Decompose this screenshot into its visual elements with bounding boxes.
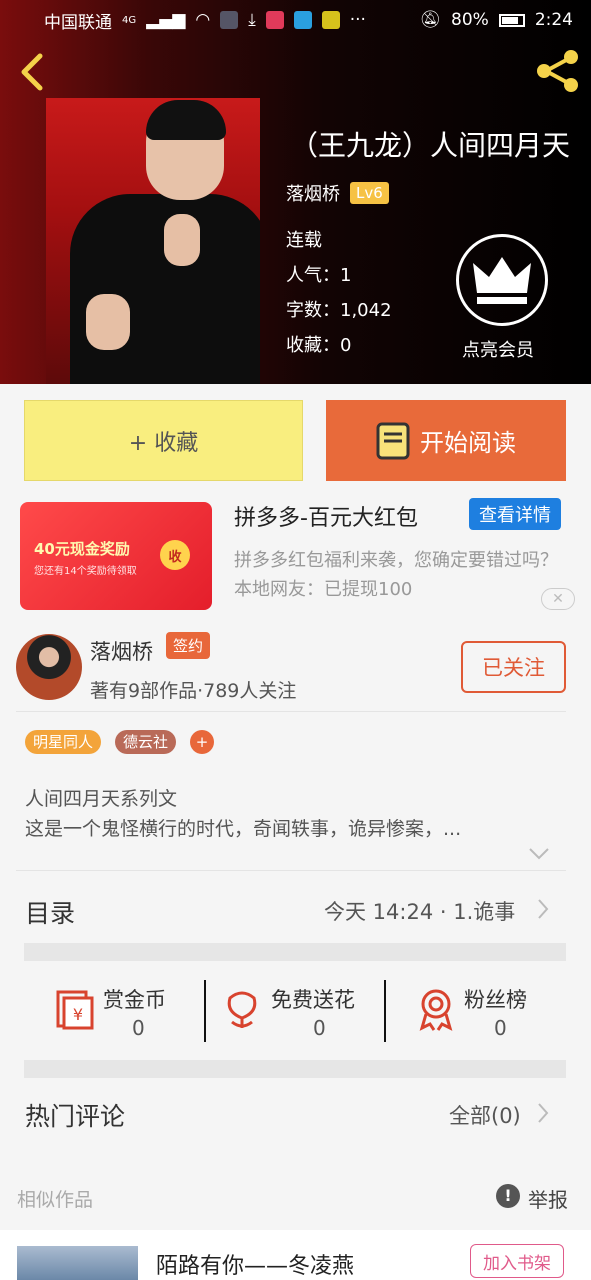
favorite-count: 收藏：0 bbox=[286, 335, 352, 356]
ad-title[interactable]: 拼多多-百元大红包 bbox=[234, 500, 418, 532]
author-avatar[interactable] bbox=[16, 634, 82, 700]
app-green-icon bbox=[321, 11, 340, 29]
app-blue-icon bbox=[293, 11, 312, 29]
toc-chevron-icon[interactable] bbox=[536, 898, 550, 924]
status-bar: 中国联通 4G ▂▄▆ ◠ ⤓ ··· 🔕︎ 80% 2:24 bbox=[0, 0, 591, 40]
hot-comments-label: 热门评论 bbox=[25, 1102, 126, 1131]
vip-button[interactable] bbox=[456, 234, 548, 326]
divider bbox=[16, 711, 566, 712]
ad-description[interactable]: 拼多多红包福利来袭，您确定要错过吗？本地网友：已提现100 bbox=[234, 546, 564, 604]
battery-level: 80% bbox=[451, 10, 489, 30]
expand-description-icon[interactable] bbox=[528, 846, 550, 865]
author-card-name[interactable]: 落烟桥 bbox=[90, 636, 153, 666]
stat-label[interactable]: 粉丝榜 bbox=[464, 984, 527, 1014]
download-icon: ⤓ bbox=[248, 10, 256, 30]
svg-text:¥: ¥ bbox=[73, 1005, 83, 1024]
stat-label[interactable]: 赏金币 bbox=[103, 984, 166, 1014]
similar-item-title[interactable]: 陌路有你——冬凌燕 bbox=[156, 1248, 354, 1280]
start-reading-button[interactable]: 开始阅读 bbox=[326, 400, 566, 481]
book-title: （王九龙）人间四月天 bbox=[290, 129, 571, 162]
app-huawei-icon bbox=[265, 11, 284, 29]
report-icon[interactable]: ! bbox=[496, 1184, 520, 1208]
report-button[interactable]: 举报 bbox=[528, 1184, 568, 1213]
signal-icon: ▂▄▆ bbox=[146, 10, 186, 30]
stat-value: 0 bbox=[494, 1016, 507, 1040]
popularity: 人气：1 bbox=[286, 265, 352, 286]
level-badge: Lv6 bbox=[350, 182, 389, 204]
more-notifications-icon: ··· bbox=[349, 10, 366, 30]
word-count: 字数：1,042 bbox=[286, 300, 392, 321]
carrier-label: 中国联通 bbox=[44, 12, 112, 33]
add-to-shelf-button[interactable]: 加入书架 bbox=[470, 1244, 564, 1278]
book-cover[interactable] bbox=[46, 98, 260, 384]
ad-image[interactable]: 40元现金奖励 您还有14个奖励待领取 收 bbox=[20, 502, 212, 610]
author-name[interactable]: 落烟桥 bbox=[286, 180, 340, 206]
author-card-stats: 著有9部作品·789人关注 bbox=[90, 680, 297, 702]
stat-label[interactable]: 免费送花 bbox=[271, 984, 355, 1014]
add-favorite-button[interactable]: + 收藏 bbox=[24, 400, 303, 481]
red-envelope-icon: ¥ bbox=[52, 988, 96, 1034]
battery-icon bbox=[498, 13, 525, 27]
share-button[interactable] bbox=[534, 48, 582, 94]
ad-image-headline: 40元现金奖励 bbox=[34, 540, 130, 558]
ad-detail-button[interactable]: 查看详情 bbox=[469, 498, 561, 530]
description-line-1: 人间四月天系列文 bbox=[25, 788, 178, 810]
ad-coin-icon: 收 bbox=[160, 540, 190, 570]
book-icon bbox=[376, 422, 410, 459]
section-separator bbox=[24, 1060, 566, 1078]
wifi-icon: ◠ bbox=[195, 10, 211, 30]
follow-button[interactable]: 已关注 bbox=[461, 641, 566, 693]
add-tag-button[interactable]: + bbox=[190, 730, 214, 754]
flower-icon bbox=[222, 988, 262, 1034]
medal-icon bbox=[416, 988, 456, 1036]
similar-works-label: 相似作品 bbox=[17, 1189, 94, 1211]
all-comments-link[interactable]: 全部(0) bbox=[449, 1100, 521, 1130]
toc-latest[interactable]: 今天 14:24 · 1.诡事 bbox=[324, 896, 515, 926]
mute-icon: 🔕︎ bbox=[419, 10, 442, 30]
stat-value: 0 bbox=[132, 1016, 145, 1040]
tag-chip[interactable]: 明星同人 bbox=[25, 730, 102, 754]
author-line: 落烟桥 Lv6 bbox=[286, 180, 389, 206]
similar-item-cover[interactable] bbox=[17, 1246, 138, 1280]
start-reading-label: 开始阅读 bbox=[420, 429, 516, 457]
divider bbox=[16, 870, 566, 871]
signed-badge: 签约 bbox=[166, 632, 211, 659]
crown-icon bbox=[473, 257, 531, 304]
description-line-2: 这是一个鬼怪横行的时代，奇闻轶事，诡异惨案，... bbox=[25, 818, 462, 840]
toc-label[interactable]: 目录 bbox=[25, 894, 75, 930]
stat-divider bbox=[204, 980, 206, 1042]
stat-value: 0 bbox=[313, 1016, 326, 1040]
book-header: 中国联通 4G ▂▄▆ ◠ ⤓ ··· 🔕︎ 80% 2:24 （王九龙）人间四… bbox=[0, 0, 591, 384]
vip-label: 点亮会员 bbox=[462, 340, 534, 361]
back-button[interactable] bbox=[14, 50, 50, 94]
app-k-icon bbox=[220, 11, 239, 29]
network-label: 4G bbox=[122, 14, 137, 26]
comments-chevron-icon[interactable] bbox=[536, 1102, 550, 1128]
book-status: 连载 bbox=[286, 230, 322, 251]
stat-divider bbox=[384, 980, 386, 1042]
section-separator bbox=[24, 943, 566, 961]
clock: 2:24 bbox=[534, 10, 573, 30]
ad-close-button[interactable]: ✕ bbox=[541, 588, 575, 610]
ad-image-subtext: 您还有14个奖励待领取 bbox=[34, 566, 137, 577]
tag-chip[interactable]: 德云社 bbox=[115, 730, 177, 754]
